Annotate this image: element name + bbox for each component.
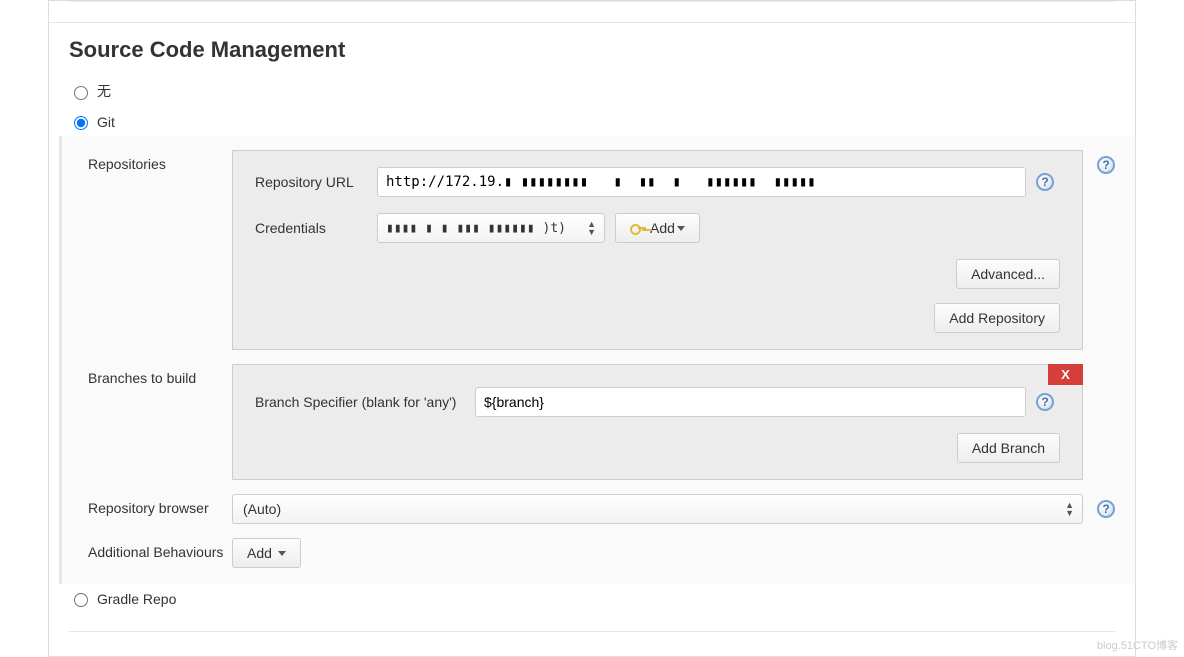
add-branch-button[interactable]: Add Branch [957, 433, 1060, 463]
add-credentials-button[interactable]: Add [615, 213, 700, 243]
credentials-value: ▮▮▮▮ ▮ ▮ ▮▮▮ ▮▮▮▮▮▮ )t) [386, 221, 566, 236]
help-icon[interactable]: ? [1097, 500, 1115, 518]
radio-none[interactable] [74, 86, 88, 100]
select-arrows-icon: ▲▼ [1065, 501, 1074, 517]
behaviours-label: Additional Behaviours [62, 538, 232, 566]
help-icon[interactable]: ? [1036, 173, 1054, 191]
section-header-scm: Source Code Management [49, 22, 1135, 75]
repo-browser-label: Repository browser [62, 494, 232, 522]
scm-option-git[interactable]: Git [49, 107, 1135, 136]
add-behaviour-button[interactable]: Add [232, 538, 301, 568]
advanced-button[interactable]: Advanced... [956, 259, 1060, 289]
add-repository-button[interactable]: Add Repository [934, 303, 1060, 333]
job-config-page: Source Code Management 无 Git Repositorie… [48, 0, 1136, 657]
radio-git-label: Git [97, 114, 115, 130]
radio-gradle-label: Gradle Repo [97, 591, 176, 607]
help-icon[interactable]: ? [1036, 393, 1054, 411]
chevron-down-icon [677, 226, 685, 231]
credentials-select[interactable]: ▮▮▮▮ ▮ ▮ ▮▮▮ ▮▮▮▮▮▮ )t) ▲▼ [377, 213, 605, 243]
remove-branch-button[interactable]: X [1048, 364, 1083, 385]
help-icon[interactable]: ? [1097, 156, 1115, 174]
scm-option-gradle[interactable]: Gradle Repo [49, 584, 1135, 613]
repo-browser-select[interactable]: (Auto) ▲▼ [232, 494, 1083, 524]
watermark: blog.51CTO博客 [1097, 637, 1178, 653]
repository-panel: Repository URL ? Credentials ▮▮▮▮ ▮ ▮ ▮▮… [232, 150, 1083, 350]
repo-browser-value: (Auto) [243, 501, 281, 517]
repo-url-input[interactable] [377, 167, 1026, 197]
credentials-label: Credentials [255, 220, 367, 236]
add-cred-label: Add [650, 220, 675, 236]
branches-label: Branches to build [62, 364, 232, 392]
branch-specifier-input[interactable] [475, 387, 1026, 417]
git-config-panel: Repositories Repository URL ? Credential… [59, 136, 1135, 584]
chevron-down-icon [278, 551, 286, 556]
radio-none-label: 无 [97, 81, 111, 101]
select-arrows-icon: ▲▼ [587, 220, 596, 236]
radio-git[interactable] [74, 116, 88, 130]
repo-url-label: Repository URL [255, 174, 367, 190]
radio-gradle[interactable] [74, 593, 88, 607]
branch-panel: X Branch Specifier (blank for 'any') ? A… [232, 364, 1083, 480]
scm-option-none[interactable]: 无 [49, 75, 1135, 107]
branch-specifier-label: Branch Specifier (blank for 'any') [255, 394, 465, 410]
repositories-label: Repositories [62, 150, 232, 178]
key-icon [630, 223, 644, 233]
